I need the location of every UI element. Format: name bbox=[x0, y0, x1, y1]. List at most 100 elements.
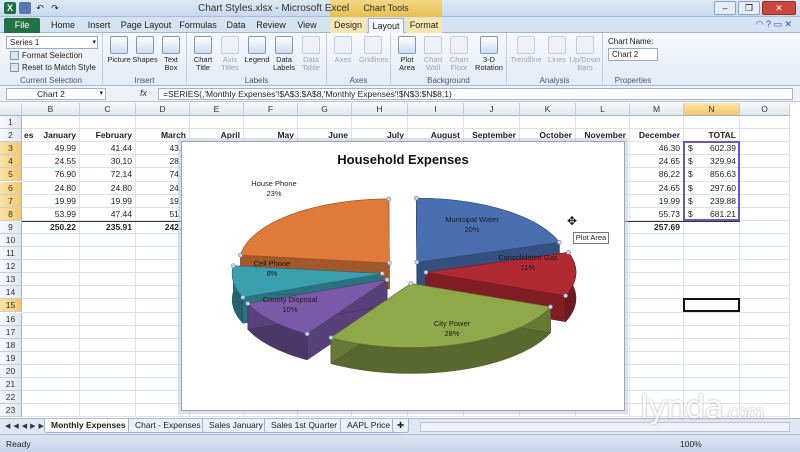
series-dropdown[interactable]: Series 1 ▾ bbox=[6, 36, 98, 49]
axes-button[interactable]: Axes bbox=[329, 36, 357, 64]
tab-insert[interactable]: Insert bbox=[82, 18, 116, 33]
insert-function-icon[interactable]: fx bbox=[140, 88, 147, 98]
selection-handle[interactable] bbox=[245, 301, 251, 306]
tab-home[interactable]: Home bbox=[46, 18, 80, 33]
select-all-corner[interactable] bbox=[0, 103, 22, 116]
row-header-6[interactable]: 6 bbox=[0, 181, 22, 195]
tab-layout[interactable]: Layout bbox=[368, 18, 404, 33]
selection-handle[interactable] bbox=[328, 335, 334, 340]
data-label-value[interactable]: 11% bbox=[521, 263, 536, 272]
selection-handle[interactable] bbox=[304, 331, 310, 337]
3d-rotation-button[interactable]: 3-D Rotation bbox=[473, 36, 505, 72]
selection-handle[interactable] bbox=[231, 263, 236, 269]
axis-titles-button[interactable]: Axis Titles bbox=[216, 36, 244, 72]
up-down-bars-button[interactable]: Up/Down Bars bbox=[569, 36, 601, 72]
cell-b4[interactable]: 24.55 bbox=[22, 155, 80, 168]
maximize-icon[interactable]: ❐ bbox=[738, 1, 760, 15]
gridlines-button[interactable]: Gridlines bbox=[359, 36, 389, 64]
cell-total-m[interactable]: 257.69 bbox=[630, 221, 684, 234]
row-header-23[interactable]: 23 bbox=[0, 404, 22, 418]
selection-handle[interactable] bbox=[548, 304, 553, 310]
tab-file[interactable]: File bbox=[4, 18, 40, 33]
cell-m8[interactable]: 55.73 bbox=[630, 208, 684, 221]
data-label-name[interactable]: Cell Phone bbox=[254, 259, 291, 268]
legend-button[interactable]: Legend bbox=[243, 36, 271, 64]
cell-total-b[interactable]: 250.22 bbox=[22, 221, 80, 234]
data-label-value[interactable]: 8% bbox=[267, 269, 278, 278]
cell-b6[interactable]: 24.80 bbox=[22, 182, 80, 195]
selection-handle[interactable] bbox=[408, 281, 414, 286]
selection-handle[interactable] bbox=[414, 195, 419, 201]
column-header-F[interactable]: F bbox=[244, 103, 298, 116]
lines-button[interactable]: Lines bbox=[543, 36, 571, 64]
row-header-2[interactable]: 2 bbox=[0, 129, 22, 143]
column-header-L[interactable]: L bbox=[576, 103, 630, 116]
cell-c8[interactable]: 47.44 bbox=[80, 208, 136, 221]
row-header-9[interactable]: 9 bbox=[0, 220, 22, 234]
tab-design[interactable]: Design bbox=[330, 18, 366, 33]
cell-m7[interactable]: 19.99 bbox=[630, 195, 684, 208]
selection-handle[interactable] bbox=[557, 239, 562, 245]
undo-icon[interactable]: ↶ bbox=[34, 2, 46, 14]
zoom-level[interactable]: 100% bbox=[680, 439, 702, 449]
row-header-17[interactable]: 17 bbox=[0, 325, 22, 339]
data-label-name[interactable]: Consolidated Gas bbox=[498, 253, 558, 262]
column-header-C[interactable]: C bbox=[80, 103, 136, 116]
row-header-13[interactable]: 13 bbox=[0, 273, 22, 287]
plot-area-button[interactable]: Plot Area bbox=[393, 36, 421, 72]
sheet-tab-aapl-price[interactable]: AAPL Price bbox=[340, 419, 398, 433]
chart-wall-button[interactable]: Chart Wall bbox=[419, 36, 447, 72]
selection-handle[interactable] bbox=[563, 293, 568, 298]
cell-header-B[interactable]: January bbox=[22, 129, 80, 142]
row-header-10[interactable]: 10 bbox=[0, 233, 22, 247]
sheet-tab-monthly-expenses[interactable]: Monthly Expenses bbox=[44, 419, 133, 433]
tab-format[interactable]: Format bbox=[406, 18, 442, 33]
selection-handle[interactable] bbox=[240, 295, 246, 300]
chart-object[interactable]: Household Expenses House Phone 23% Municip… bbox=[181, 141, 625, 411]
redo-icon[interactable]: ↷ bbox=[49, 2, 61, 14]
trendline-button[interactable]: Trendline bbox=[509, 36, 543, 64]
row-header-18[interactable]: 18 bbox=[0, 338, 22, 352]
column-header-E[interactable]: E bbox=[190, 103, 244, 116]
data-labels-button[interactable]: Data Labels bbox=[270, 36, 298, 72]
row-header-8[interactable]: 8 bbox=[0, 207, 22, 221]
save-icon[interactable] bbox=[19, 2, 31, 14]
chart-floor-button[interactable]: Chart Floor bbox=[445, 36, 473, 72]
selection-handle[interactable] bbox=[423, 270, 429, 275]
format-selection-button[interactable]: Format Selection bbox=[10, 51, 82, 61]
row-header-3[interactable]: 3 bbox=[0, 142, 22, 156]
row-header-22[interactable]: 22 bbox=[0, 391, 22, 405]
sheet-tab-sales-january[interactable]: Sales January bbox=[202, 419, 270, 433]
cell-c5[interactable]: 72.14 bbox=[80, 168, 136, 181]
selection-handle[interactable] bbox=[386, 196, 392, 202]
row-header-19[interactable]: 19 bbox=[0, 351, 22, 365]
data-label-value[interactable]: 28% bbox=[444, 329, 459, 338]
cell-m5[interactable]: 86.22 bbox=[630, 168, 684, 181]
cell-header-C[interactable]: February bbox=[80, 129, 136, 142]
column-header-D[interactable]: D bbox=[136, 103, 190, 116]
cell-c3[interactable]: 41.44 bbox=[80, 142, 136, 155]
row-header-20[interactable]: 20 bbox=[0, 364, 22, 378]
data-label-name[interactable]: City Power bbox=[434, 319, 471, 328]
column-header-H[interactable]: H bbox=[352, 103, 408, 116]
cell-b3[interactable]: 49.99 bbox=[22, 142, 80, 155]
cell-c7[interactable]: 19.99 bbox=[80, 195, 136, 208]
pie-slice-top[interactable] bbox=[240, 198, 390, 264]
column-header-J[interactable]: J bbox=[464, 103, 520, 116]
cell-header-N[interactable]: TOTAL bbox=[684, 129, 740, 142]
tab-view[interactable]: View bbox=[292, 18, 322, 33]
text-box-button[interactable]: Text Box bbox=[157, 36, 185, 72]
row-header-11[interactable]: 11 bbox=[0, 247, 22, 260]
cell-m3[interactable]: 46.30 bbox=[630, 142, 684, 155]
column-header-I[interactable]: I bbox=[408, 103, 464, 116]
tab-review[interactable]: Review bbox=[252, 18, 290, 33]
column-header-O[interactable]: O bbox=[740, 103, 790, 116]
insert-sheet-icon[interactable]: ✚ bbox=[392, 419, 410, 433]
cell-m6[interactable]: 24.65 bbox=[630, 182, 684, 195]
sheet-tab-chart-expenses[interactable]: Chart - Expenses bbox=[128, 419, 208, 433]
data-label-name[interactable]: House Phone bbox=[251, 179, 296, 188]
formula-input[interactable]: =SERIES(,'Monthly Expenses'!$A$3:$A$8,'M… bbox=[158, 88, 793, 100]
column-header-B[interactable]: B bbox=[22, 103, 80, 116]
tab-page-layout[interactable]: Page Layout bbox=[118, 18, 174, 33]
cell-m4[interactable]: 24.65 bbox=[630, 155, 684, 168]
